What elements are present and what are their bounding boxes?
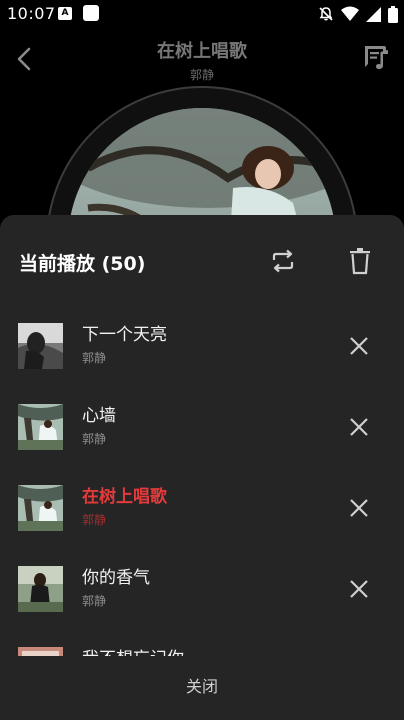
mute-icon [319,7,333,21]
status-bar: 10:07 A [0,0,404,28]
remove-song-button[interactable] [347,334,371,358]
a-icon: A [58,7,72,20]
close-icon [350,580,368,598]
remove-song-button[interactable] [347,415,371,439]
song-row-active[interactable]: 在树上唱歌 郭静 [0,468,404,548]
song-thumbnail [18,566,63,612]
music-note-list-icon [365,46,388,69]
song-row[interactable]: 心墙 郭静 [0,387,404,467]
signal-icon [366,6,381,22]
song-name: 在树上唱歌 [82,487,167,507]
song-row[interactable]: 我不想忘记你 [0,630,404,656]
song-artist: 郭静 [189,68,214,82]
clear-playlist-button[interactable] [347,247,373,275]
battery-icon [388,5,398,23]
song-artist-label: 郭静 [82,432,107,446]
song-thumbnail [18,485,63,531]
playlist-title: 当前播放 (50) [19,253,146,275]
song-artist-label: 郭静 [82,351,107,365]
lyrics-button[interactable] [362,44,392,72]
playlist-list: 下一个天亮 郭静 心墙 郭静 在树上唱歌 郭静 你的香气 郭静 [0,306,404,656]
repeat-icon [272,249,294,273]
song-thumbnail [18,323,63,369]
song-row[interactable]: 你的香气 郭静 [0,549,404,629]
song-name: 心墙 [82,406,116,426]
song-name: 你的香气 [82,568,150,588]
song-artist-label: 郭静 [82,594,107,608]
trash-icon [350,248,370,275]
song-row[interactable]: 下一个天亮 郭静 [0,306,404,386]
status-time: 10:07 [7,4,56,23]
song-artist-label: 郭静 [82,513,107,527]
wifi-icon [341,6,359,21]
remove-song-button[interactable] [347,577,371,601]
song-title: 在树上唱歌 [157,41,247,62]
notification-square-icon [83,5,99,21]
sheet-footer: 关闭 [0,656,404,720]
remove-song-button[interactable] [347,496,371,520]
close-icon [350,499,368,517]
close-icon [350,337,368,355]
close-sheet-button[interactable]: 关闭 [152,672,252,702]
song-thumbnail [18,404,63,450]
song-thumbnail [18,647,63,656]
song-name: 下一个天亮 [82,325,167,345]
close-icon [350,418,368,436]
repeat-mode-button[interactable] [270,248,296,274]
playlist-sheet: 当前播放 (50) 下一个天亮 郭静 心墙 郭静 在树上唱歌 郭静 你的香气 郭… [0,215,404,720]
song-name: 我不想忘记你 [82,644,184,656]
